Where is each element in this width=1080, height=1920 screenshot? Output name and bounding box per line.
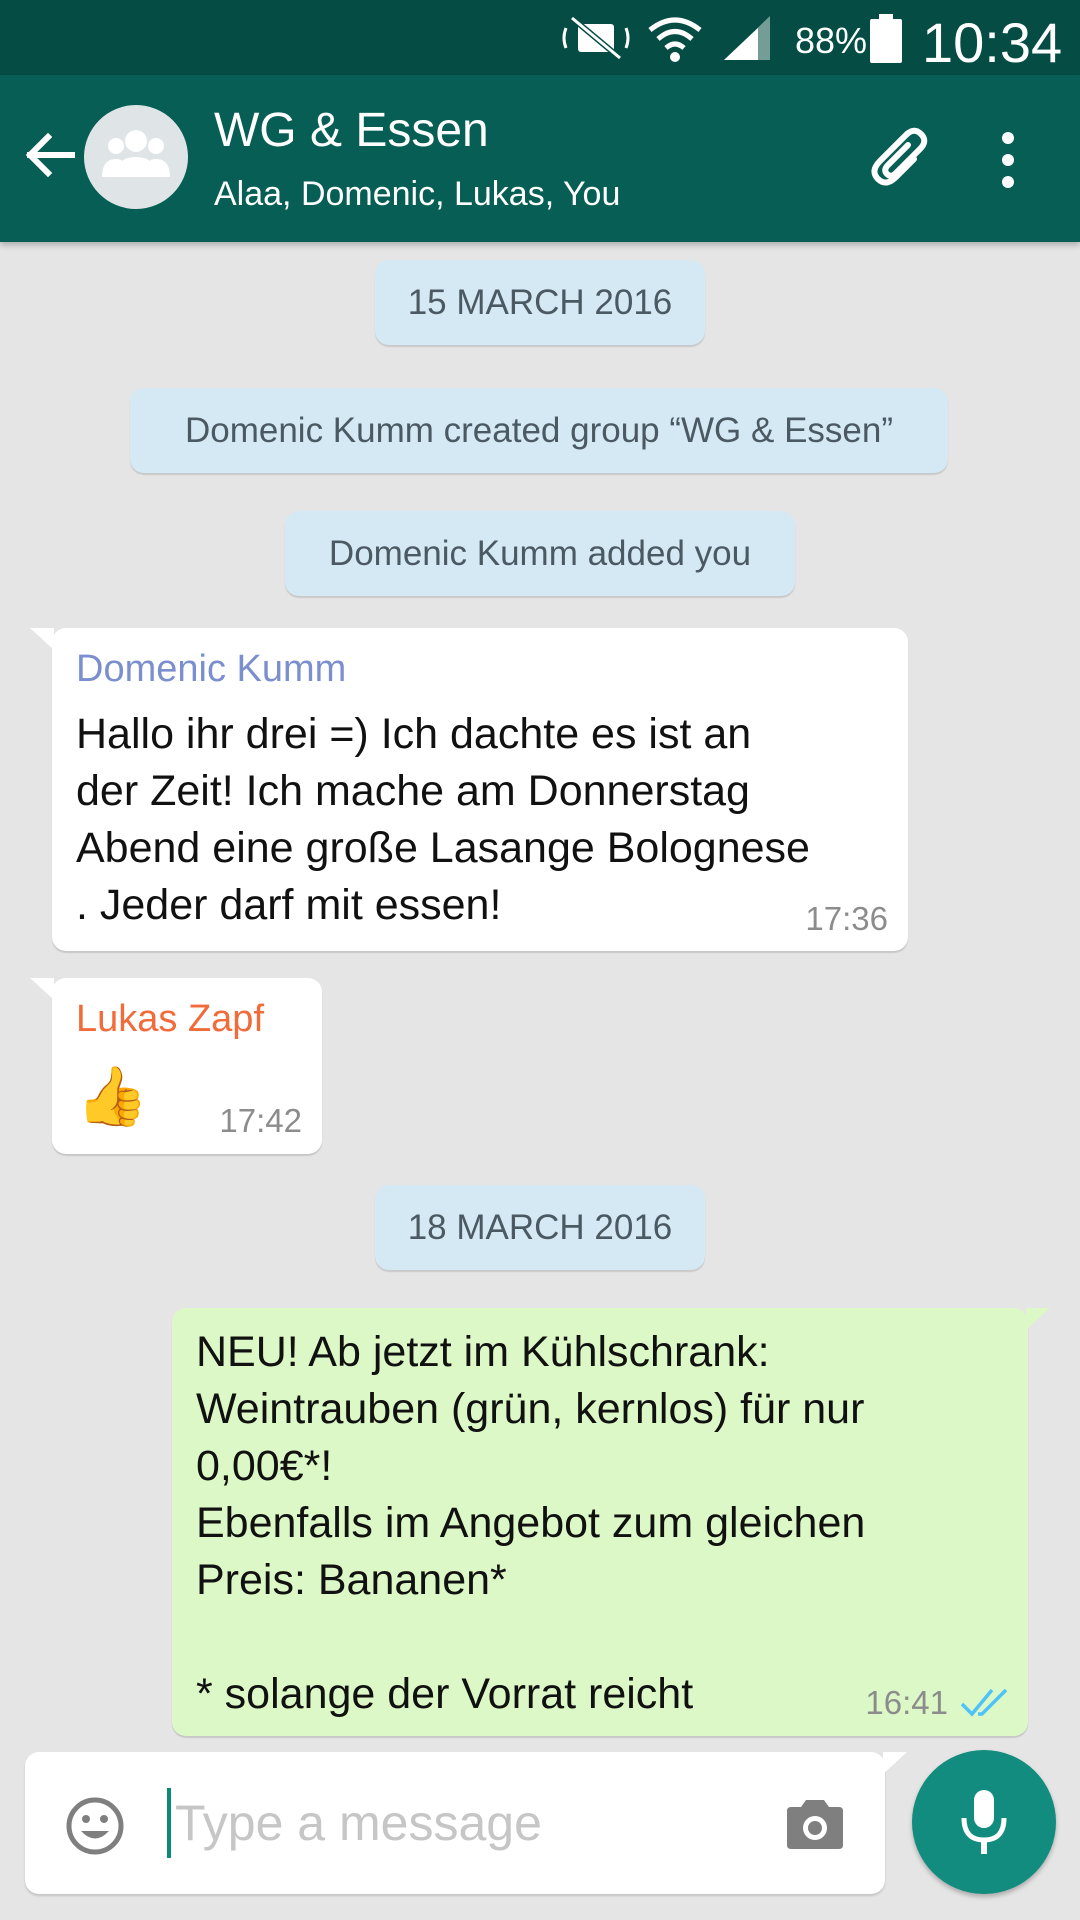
message-input[interactable]	[167, 1788, 765, 1858]
chat-header: WG & Essen Alaa, Domenic, Lukas, You	[0, 75, 1080, 242]
chat-title[interactable]: WG & Essen	[214, 103, 489, 158]
bubble-tail	[30, 978, 54, 1000]
microphone-button[interactable]	[912, 1750, 1056, 1894]
message-bubble[interactable]: Domenic Kumm Hallo ihr drei =) Ich dacht…	[30, 628, 908, 951]
double-check-read-icon	[960, 1688, 1008, 1717]
composer-tail	[883, 1752, 907, 1774]
bubble-tail	[30, 628, 54, 650]
message-time: 16:41	[865, 1684, 948, 1721]
group-avatar-icon	[102, 130, 170, 177]
bubble-tail	[1026, 1308, 1050, 1330]
emoji-icon[interactable]	[65, 1796, 125, 1856]
composer	[25, 1752, 907, 1894]
system-message: Domenic Kumm created group “WG & Essen”	[130, 388, 948, 473]
date-separator: 18 MARCH 2016	[375, 1185, 705, 1270]
status-bar: 88% 10:34	[0, 0, 1080, 75]
system-message: Domenic Kumm added you	[285, 511, 795, 596]
message-time: 17:42	[219, 1102, 302, 1139]
mute-icon	[562, 15, 630, 61]
message-bubble-outgoing[interactable]: NEU! Ab jetzt im Kühlschrank: Weintraube…	[172, 1308, 1050, 1736]
sender-name: Domenic Kumm	[76, 648, 347, 690]
battery-percentage: 88%	[795, 20, 868, 61]
signal-icon	[724, 16, 770, 60]
battery-icon	[870, 14, 902, 63]
clock: 10:34	[922, 11, 1063, 74]
message-time: 17:36	[805, 900, 888, 937]
paperclip-icon[interactable]	[866, 123, 936, 193]
wifi-icon	[648, 17, 702, 62]
back-arrow-icon[interactable]	[20, 125, 80, 185]
chat-participants[interactable]: Alaa, Domenic, Lukas, You	[214, 175, 620, 214]
sender-name: Lukas Zapf	[76, 998, 264, 1040]
thumbs-up-emoji: 👍	[76, 1064, 149, 1129]
date-separator: 15 MARCH 2016	[375, 260, 705, 345]
message-text: NEU! Ab jetzt im Kühlschrank: Weintraube…	[196, 1328, 866, 1718]
message-text: Hallo ihr drei =) Ich dachte es ist an d…	[76, 710, 810, 929]
camera-icon[interactable]	[783, 1797, 847, 1851]
microphone-icon	[961, 1790, 1007, 1854]
group-avatar[interactable]	[84, 105, 188, 209]
more-vert-icon[interactable]	[990, 130, 1026, 190]
message-bubble[interactable]: Lukas Zapf 👍 17:42	[30, 978, 322, 1154]
